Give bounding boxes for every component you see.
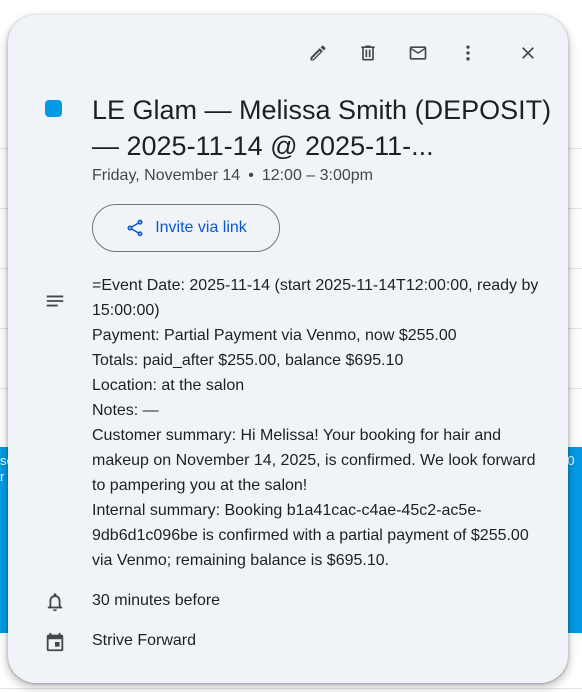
close-button[interactable] — [508, 37, 548, 69]
event-time: 12:00 – 3:00pm — [261, 167, 374, 184]
close-icon — [522, 47, 534, 59]
more-vert-icon — [466, 45, 470, 61]
description-line: Payment: Partial Payment via Venmo, now … — [92, 327, 457, 344]
share-icon — [127, 219, 143, 237]
more-options-button[interactable] — [448, 37, 488, 69]
pencil-icon — [310, 45, 326, 61]
description-line: Internal summary: Booking b1a41cac-c4ae-… — [92, 502, 529, 569]
mail-icon — [409, 46, 427, 60]
event-date: Friday, November 14 — [92, 167, 241, 184]
invite-via-link-button[interactable]: Invite via link — [92, 204, 280, 252]
description-line: Customer summary: Hi Melissa! Your booki… — [92, 427, 536, 494]
description-line: Notes: — — [92, 402, 159, 419]
calendar-name: Strive Forward — [92, 632, 197, 649]
description-line: =Event Date: 2025-11-14 (start 2025-11-1… — [92, 277, 539, 319]
reminder-text: 30 minutes before — [92, 592, 221, 609]
delete-button[interactable] — [348, 37, 388, 69]
event-description: =Event Date: 2025-11-14 (start 2025-11-1… — [92, 273, 552, 573]
bell-icon — [47, 593, 63, 612]
event-color-chip — [45, 100, 62, 117]
calendar-icon — [46, 632, 64, 652]
card-toolbar — [298, 37, 548, 69]
event-datetime: Friday, November 14 • 12:00 – 3:00pm — [92, 167, 373, 185]
grid-line — [0, 688, 582, 689]
description-line: Location: at the salon — [92, 377, 245, 394]
edit-button[interactable] — [298, 37, 338, 69]
trash-icon — [361, 45, 375, 61]
notes-icon — [46, 295, 64, 307]
email-button[interactable] — [398, 37, 438, 69]
event-title: LE Glam — Melissa Smith (DEPOSIT) — 2025… — [92, 95, 552, 161]
invite-button-label: Invite via link — [155, 219, 247, 236]
datetime-separator: • — [248, 167, 254, 184]
event-details-card: LE Glam — Melissa Smith (DEPOSIT) — 2025… — [8, 15, 568, 683]
description-line: Totals: paid_after $255.00, balance $695… — [92, 352, 404, 369]
